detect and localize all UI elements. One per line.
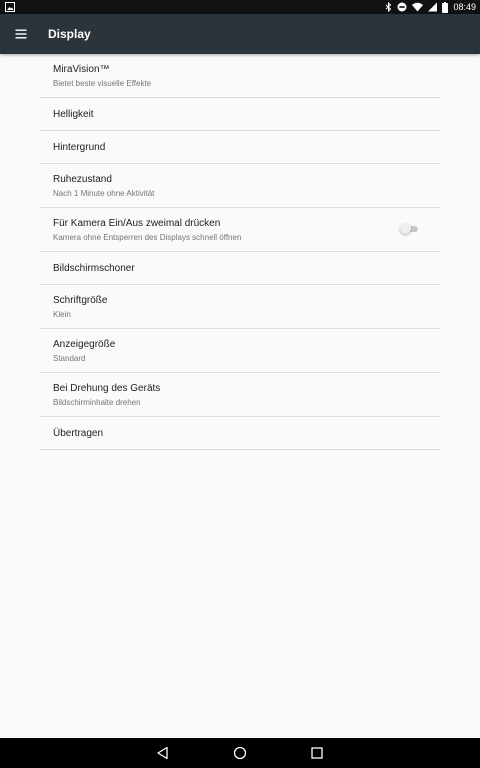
setting-screensaver[interactable]: Bildschirmschoner bbox=[40, 252, 440, 285]
battery-icon bbox=[442, 1, 449, 13]
setting-title: MiraVision™ bbox=[53, 64, 110, 75]
setting-font-size[interactable]: Schriftgröße Klein bbox=[40, 285, 440, 329]
navigation-bar bbox=[0, 738, 480, 768]
setting-display-size[interactable]: Anzeigegröße Standard bbox=[40, 329, 440, 373]
setting-wallpaper[interactable]: Hintergrund bbox=[40, 131, 440, 164]
hamburger-menu-icon[interactable] bbox=[13, 25, 31, 43]
setting-title: Ruhezustand bbox=[53, 174, 112, 185]
toggle-thumb bbox=[400, 223, 411, 234]
setting-summary: Kamera ohne Entsperren des Displays schn… bbox=[53, 233, 242, 242]
setting-brightness[interactable]: Helligkeit bbox=[40, 98, 440, 131]
setting-title: Übertragen bbox=[53, 428, 104, 439]
recents-icon[interactable] bbox=[309, 745, 325, 761]
cell-signal-icon bbox=[428, 2, 438, 12]
home-icon[interactable] bbox=[232, 745, 248, 761]
do-not-disturb-icon bbox=[397, 2, 407, 12]
setting-summary: Klein bbox=[53, 310, 71, 319]
clock: 08:49 bbox=[453, 2, 476, 12]
page-title: Display bbox=[48, 27, 91, 41]
status-icons: 08:49 bbox=[385, 1, 476, 13]
setting-title: Anzeigegröße bbox=[53, 339, 116, 350]
setting-title: Bildschirmschoner bbox=[53, 263, 135, 274]
setting-title: Hintergrund bbox=[53, 142, 106, 153]
setting-title: Helligkeit bbox=[53, 109, 94, 120]
app-bar: Display bbox=[0, 14, 480, 54]
image-notification-icon bbox=[5, 2, 15, 12]
setting-miravision[interactable]: MiraVision™ Bietet beste visuelle Effekt… bbox=[40, 54, 440, 98]
setting-camera-double-press[interactable]: Für Kamera Ein/Aus zweimal drücken Kamer… bbox=[40, 208, 440, 252]
setting-summary: Standard bbox=[53, 354, 86, 363]
setting-title: Für Kamera Ein/Aus zweimal drücken bbox=[53, 218, 221, 229]
setting-summary: Bietet beste visuelle Effekte bbox=[53, 79, 152, 88]
setting-summary: Bildschirminhalte drehen bbox=[53, 398, 141, 407]
back-icon[interactable] bbox=[155, 745, 171, 761]
setting-title: Schriftgröße bbox=[53, 295, 108, 306]
wifi-icon bbox=[412, 2, 424, 12]
settings-list: MiraVision™ Bietet beste visuelle Effekt… bbox=[40, 54, 440, 450]
setting-auto-rotate[interactable]: Bei Drehung des Geräts Bildschirminhalte… bbox=[40, 373, 440, 417]
bluetooth-icon bbox=[386, 2, 392, 12]
status-bar: 08:49 bbox=[0, 0, 480, 14]
setting-summary: Nach 1 Minute ohne Aktivität bbox=[53, 189, 155, 198]
setting-cast[interactable]: Übertragen bbox=[40, 417, 440, 450]
setting-sleep[interactable]: Ruhezustand Nach 1 Minute ohne Aktivität bbox=[40, 164, 440, 208]
camera-double-press-toggle[interactable] bbox=[400, 223, 420, 235]
setting-title: Bei Drehung des Geräts bbox=[53, 383, 161, 394]
